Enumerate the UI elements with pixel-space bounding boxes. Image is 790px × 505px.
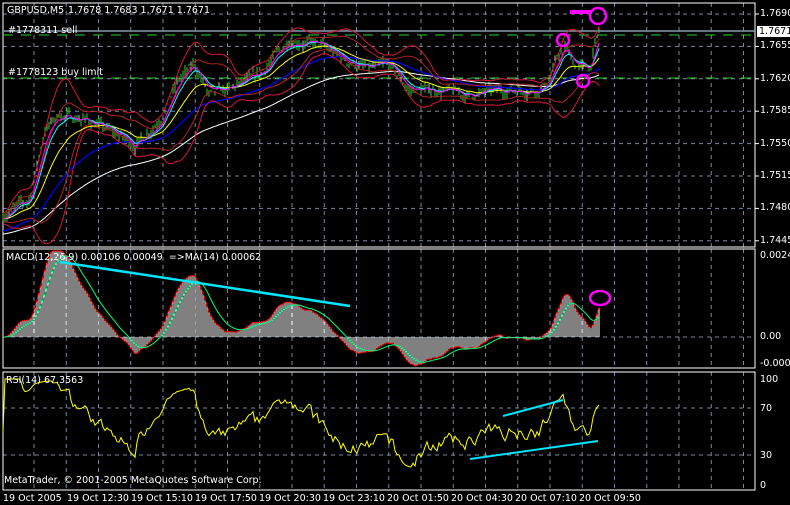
- time-axis-label: 20 Oct 04:30: [451, 493, 513, 504]
- time-axis-label: 20 Oct 09:50: [579, 493, 641, 504]
- rsi-support-trendline: [469, 440, 599, 460]
- price-axis-label: 1.7585: [760, 105, 790, 117]
- price-axis-label: 1.7655: [760, 40, 790, 52]
- highlight-circle-marker: [588, 6, 608, 26]
- macd-axis-label: 0.00: [760, 331, 782, 342]
- rsi-axis-label: 30: [760, 450, 773, 461]
- price-axis-label: 1.7550: [760, 137, 790, 149]
- symbol-label: GBPUSD,M5: [7, 5, 65, 16]
- current-price-tag: 1.7671: [757, 26, 790, 37]
- macd-axis-label: -0.00081: [760, 358, 790, 369]
- price-axis-label: 1.7690: [760, 8, 790, 19]
- bollinger-lower-line: [2, 53, 600, 245]
- highlight-circle-marker: [588, 289, 612, 307]
- time-axis-label: 20 Oct 01:50: [387, 493, 449, 504]
- time-axis-label: 19 Oct 12:30: [67, 493, 129, 504]
- time-axis-label: 20 Oct 07:10: [515, 493, 577, 504]
- sell-order-label: #1778311 sell: [8, 25, 78, 36]
- time-axis-label: 19 Oct 17:50: [195, 493, 257, 504]
- bollinger-upper-line: [2, 26, 600, 214]
- price-axis-label: 1.7445: [760, 234, 790, 246]
- rsi-panel-border: [2, 371, 756, 491]
- time-axis-label: 19 Oct 23:10: [323, 493, 385, 504]
- macd-axis-label: 0.0024: [760, 250, 790, 261]
- rsi-title: RSI(14) 67.3563: [6, 375, 84, 386]
- ohlc-label: 1.7678 1.7683 1.7671 1.7671: [68, 5, 211, 16]
- price-axis-label: 1.7480: [760, 202, 790, 214]
- buy-limit-order-label: #1778123 buy limit: [8, 67, 103, 78]
- time-axis-label: 19 Oct 20:30: [259, 493, 321, 504]
- macd-title: MACD(12,26,9) 0.00106 0.00049 =>MA(14) 0…: [6, 252, 262, 263]
- rsi-axis-label: 0: [760, 480, 767, 491]
- copyright-label: MetaTrader, © 2001-2005 MetaQuotes Softw…: [4, 475, 262, 486]
- highlight-circle-marker: [575, 73, 591, 89]
- time-axis-label: 19 Oct 15:10: [131, 493, 193, 504]
- price-axis-label: 1.7515: [760, 170, 790, 181]
- rsi-axis-label: 70: [760, 403, 773, 414]
- time-axis-label: 19 Oct 2005: [3, 493, 62, 504]
- main-panel-border: [2, 2, 756, 248]
- rsi-resistance-trendline: [502, 399, 564, 417]
- price-axis-label: 1.7620: [760, 72, 790, 84]
- rsi-axis-label: 100: [760, 374, 779, 385]
